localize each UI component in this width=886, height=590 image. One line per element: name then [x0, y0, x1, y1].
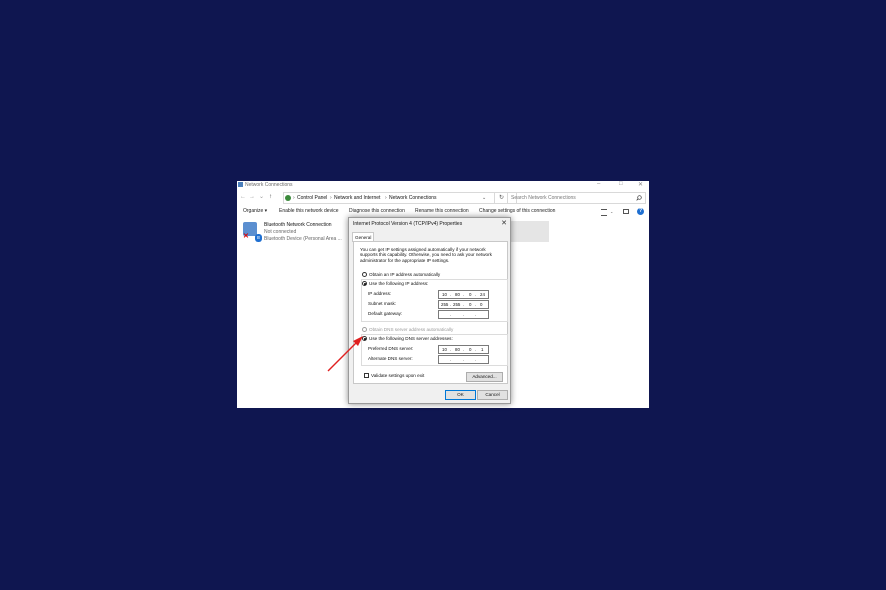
red-arrow-annotation	[327, 336, 363, 372]
validate-settings-label: Validate settings upon exit	[371, 373, 425, 378]
search-icon	[636, 195, 642, 201]
connection-device: Bluetooth Device (Personal Area ...	[264, 236, 342, 242]
window-title: Network Connections	[245, 182, 293, 188]
cancel-button[interactable]: Cancel	[477, 390, 508, 400]
default-gateway-label: Default gateway:	[368, 311, 403, 316]
command-bar: Organize ▾ Enable this network device Di…	[237, 206, 649, 217]
general-tab-pane: You can get IP settings assigned automat…	[353, 241, 508, 384]
rename-button[interactable]: Rename this connection	[415, 206, 469, 217]
up-arrow-icon[interactable]: ↑	[269, 192, 272, 202]
obtain-dns-auto-label: Obtain DNS server address automatically	[369, 327, 454, 332]
address-dropdown-icon[interactable]: ⌄	[482, 193, 486, 203]
ok-button[interactable]: OK	[445, 390, 476, 400]
change-settings-button[interactable]: Change settings of this connection	[479, 206, 555, 217]
search-box[interactable]: Search Network Connections	[507, 192, 646, 204]
ip-address-field[interactable]: 10 . 80 . 0 . 24	[438, 290, 489, 299]
alternate-dns-field[interactable]: ...	[438, 355, 489, 364]
use-following-ip-label: Use the following IP address:	[369, 281, 429, 286]
breadcrumb-separator: ›	[330, 195, 332, 201]
preview-pane-icon[interactable]	[623, 209, 629, 214]
obtain-ip-auto-radio[interactable]	[362, 272, 367, 277]
control-panel-icon	[285, 195, 291, 201]
preferred-dns-field[interactable]: 10 . 80 . 0 . 1	[438, 345, 489, 354]
preferred-dns-label: Preferred DNS server:	[368, 346, 414, 351]
refresh-icon[interactable]: ↻	[494, 193, 504, 203]
view-dropdown-icon[interactable]: ⌄	[610, 206, 613, 217]
breadcrumb-separator: ›	[293, 195, 295, 201]
breadcrumb-network-and-internet[interactable]: Network and Internet	[334, 193, 380, 203]
selection-highlight	[507, 221, 549, 242]
obtain-dns-auto-radio[interactable]	[362, 327, 367, 332]
ipv4-properties-dialog: Internet Protocol Version 4 (TCP/IPv4) P…	[348, 217, 511, 404]
bluetooth-icon: ʙ	[255, 234, 262, 242]
subnet-mask-label: Subnet mask:	[368, 301, 397, 306]
address-bar[interactable]: › Control Panel › Network and Internet ›…	[283, 192, 517, 204]
search-placeholder: Search Network Connections	[511, 195, 576, 201]
connection-name: Bluetooth Network Connection	[264, 222, 332, 228]
view-options-icon[interactable]	[601, 209, 607, 216]
network-folder-icon	[238, 182, 243, 187]
breadcrumb-separator: ›	[385, 195, 387, 201]
close-button[interactable]: ✕	[638, 181, 643, 188]
diagnose-button[interactable]: Diagnose this connection	[349, 206, 405, 217]
ip-address-label: IP address:	[368, 291, 392, 296]
maximize-button[interactable]: □	[619, 181, 623, 187]
breadcrumb-control-panel[interactable]: Control Panel	[297, 193, 327, 203]
recent-locations-icon[interactable]: ⌄	[259, 192, 264, 202]
dialog-close-icon[interactable]: ✕	[501, 219, 507, 227]
alternate-dns-label: Alternate DNS server:	[368, 356, 413, 361]
use-following-ip-radio[interactable]	[362, 281, 367, 286]
minimize-button[interactable]: –	[597, 181, 600, 187]
connection-status: Not connected	[264, 229, 297, 235]
breadcrumb-network-connections[interactable]: Network Connections	[389, 193, 437, 203]
disconnected-x-icon: ✕	[243, 233, 249, 240]
back-arrow-icon[interactable]: ←	[240, 192, 246, 202]
obtain-ip-auto-label: Obtain an IP address automatically	[369, 272, 441, 277]
dialog-title: Internet Protocol Version 4 (TCP/IPv4) P…	[353, 221, 463, 227]
enable-device-button[interactable]: Enable this network device	[279, 206, 338, 217]
use-following-dns-label: Use the following DNS server addresses:	[369, 336, 453, 341]
title-bar: Network Connections – □ ✕	[237, 181, 649, 190]
default-gateway-field[interactable]: ...	[438, 310, 489, 319]
bluetooth-network-connection[interactable]: ✕ ʙ Bluetooth Network Connection Not con…	[243, 222, 347, 244]
organize-menu[interactable]: Organize ▾	[243, 206, 267, 217]
dialog-description: You can get IP settings assigned automat…	[360, 247, 492, 263]
forward-arrow-icon[interactable]: →	[249, 192, 255, 202]
subnet-mask-field[interactable]: 255 . 255 . 0 . 0	[438, 300, 489, 309]
help-icon[interactable]: ?	[637, 208, 644, 215]
advanced-button[interactable]: Advanced...	[466, 372, 503, 382]
